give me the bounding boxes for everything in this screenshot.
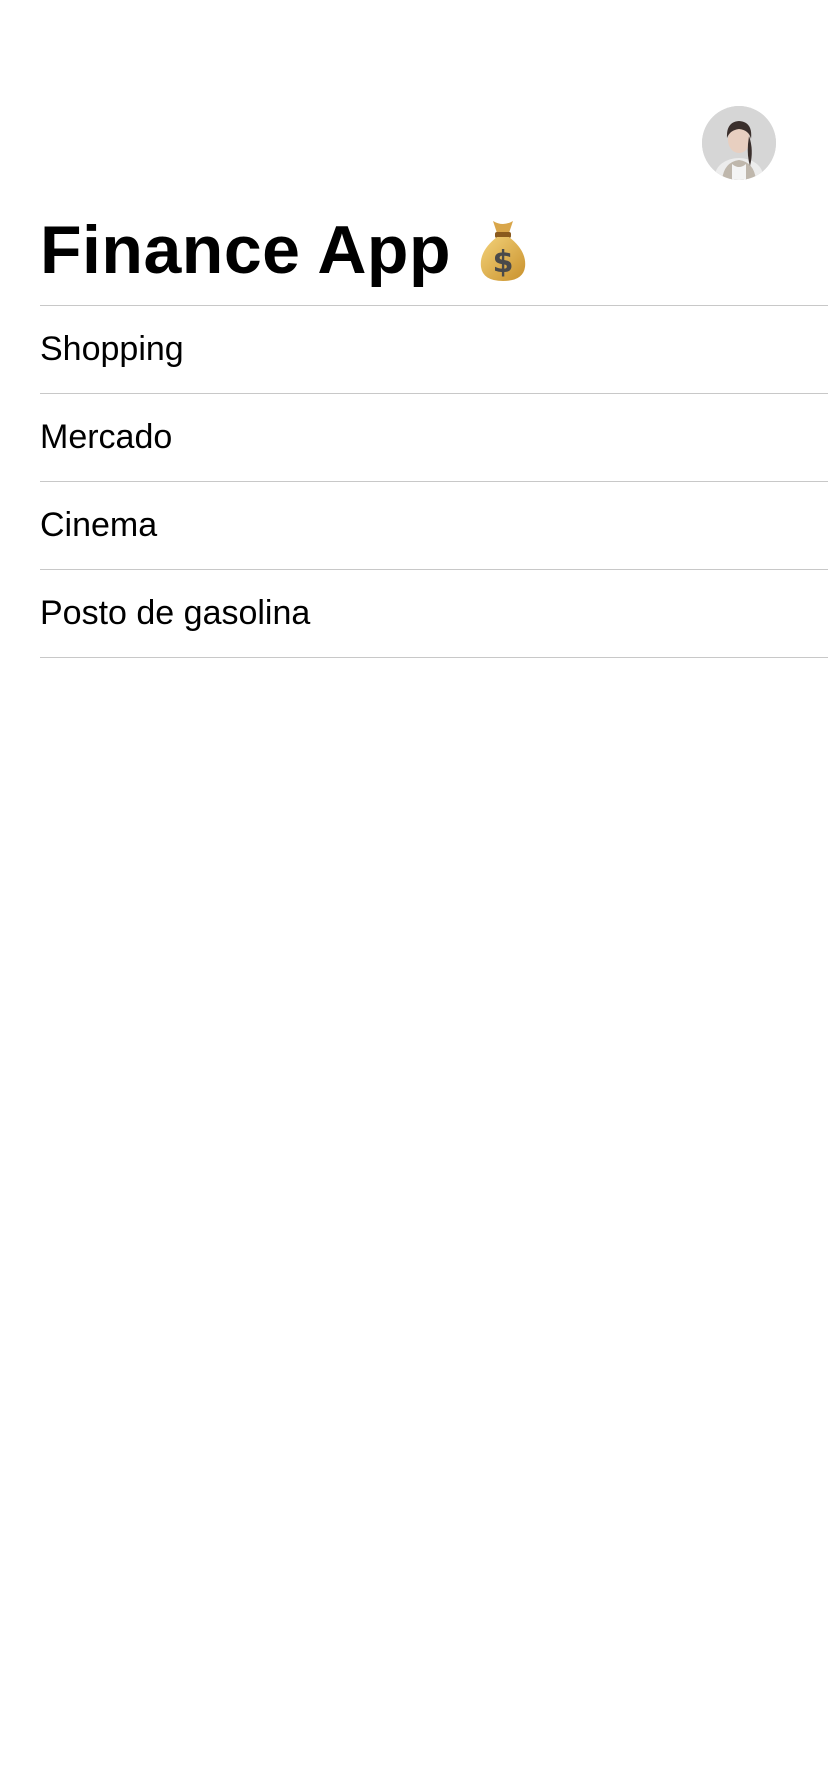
money-bag-icon: $: [475, 217, 531, 283]
list-item-shopping[interactable]: Shopping: [40, 306, 828, 394]
list-item-label: Shopping: [40, 330, 184, 368]
title-row: Finance App $: [40, 205, 531, 295]
list-item-label: Mercado: [40, 418, 173, 456]
list-item-label: Cinema: [40, 506, 158, 544]
category-list: Shopping Mercado Cinema Posto de gasolin…: [40, 305, 828, 658]
avatar-image: [702, 106, 776, 180]
list-item-mercado[interactable]: Mercado: [40, 394, 828, 482]
svg-text:$: $: [493, 245, 514, 280]
list-item-posto-de-gasolina[interactable]: Posto de gasolina: [40, 570, 828, 658]
list-item-label: Posto de gasolina: [40, 594, 311, 632]
profile-avatar[interactable]: [702, 106, 776, 180]
page-title: Finance App: [40, 212, 452, 288]
list-item-cinema[interactable]: Cinema: [40, 482, 828, 570]
